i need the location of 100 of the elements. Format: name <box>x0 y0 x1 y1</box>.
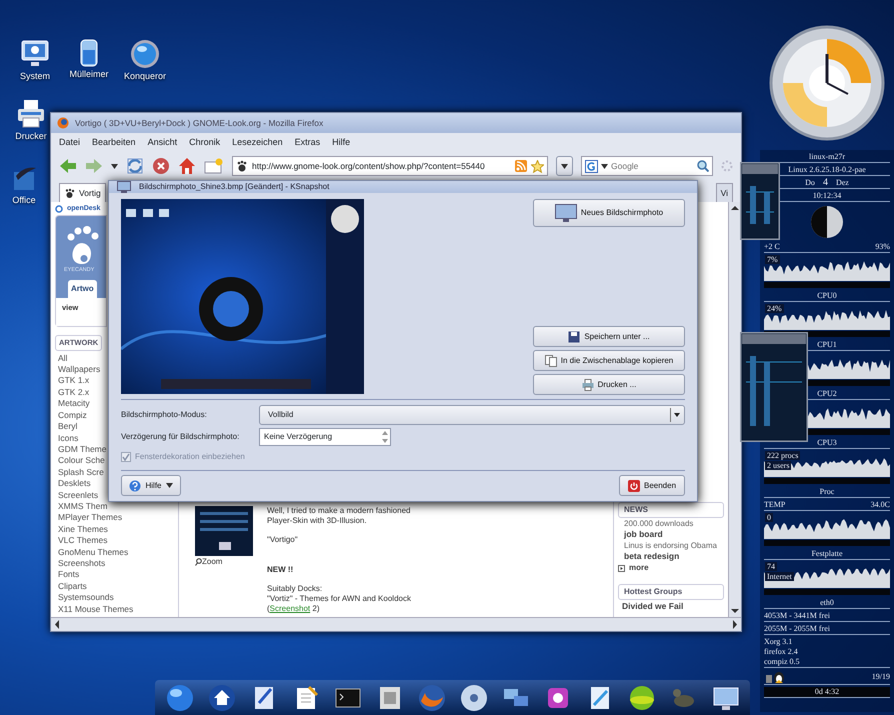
screenshot-link[interactable]: Screenshot <box>270 604 310 613</box>
caret-icon[interactable] <box>601 164 608 168</box>
thumbnail-drawing[interactable] <box>195 506 253 556</box>
category-link[interactable]: VLC Themes <box>55 535 108 547</box>
category-link[interactable]: Beryl <box>55 421 78 432</box>
star-icon[interactable] <box>531 160 544 172</box>
description-text: Well, I tried to make a modern fashioned <box>267 506 410 516</box>
more-link[interactable]: more <box>629 562 649 574</box>
url-dropdown-button[interactable] <box>556 156 573 176</box>
category-link[interactable]: Wallpapers <box>55 364 100 376</box>
browser-tab[interactable]: Vi <box>716 183 733 202</box>
graph-label: 7% <box>765 255 780 264</box>
news-link[interactable]: 200.000 downloads <box>618 518 724 529</box>
category-link[interactable]: Icons <box>55 432 78 444</box>
moon-phase-icon <box>809 204 845 240</box>
monitor-text: 2055M - 2055M frei <box>764 624 831 634</box>
action-button[interactable]: Drucken ... <box>533 374 685 395</box>
globe-icon[interactable] <box>165 682 195 712</box>
reload-icon[interactable] <box>126 157 144 175</box>
vertical-scrollbar[interactable] <box>728 202 741 617</box>
category-link[interactable]: Metacity <box>55 398 90 410</box>
monitor-text: Xorg 3.1 <box>764 637 794 647</box>
category-link[interactable]: GTK 2.x <box>55 386 90 398</box>
category-link[interactable]: Cliparts <box>55 580 87 592</box>
news-link[interactable]: beta redesign <box>618 551 724 562</box>
category-link[interactable]: Compiz <box>55 410 87 422</box>
category-link[interactable]: X11 Mouse Themes <box>55 604 134 615</box>
group-link[interactable]: Divided we Fail <box>618 600 724 613</box>
category-link[interactable]: Systemsounds <box>55 592 114 604</box>
monitor-value: 19/19 <box>872 672 890 682</box>
desktop-icon-label[interactable]: Drucker <box>15 130 47 144</box>
monitor-text: firefox 2.4 <box>764 647 799 657</box>
desktop-icon-label[interactable]: Konqueror <box>124 70 166 84</box>
window-title: Vortigo ( 3D+VU+Beryl+Dock ) GNOME-Look.org - Mozilla Firefox <box>75 116 324 130</box>
menu-item[interactable]: Hilfe <box>332 136 350 150</box>
home-icon[interactable] <box>207 682 237 712</box>
mode-dropdown[interactable]: Vollbild <box>259 405 685 425</box>
category-link[interactable]: Screenlets <box>55 490 98 501</box>
menu-item[interactable]: Bearbeiten <box>92 136 136 150</box>
action-button[interactable]: Speichern unter ... <box>533 326 685 347</box>
category-link[interactable]: GnoMenu Themes <box>55 546 128 558</box>
graph-label: 222 procs <box>765 451 800 460</box>
desktop-icon-label[interactable]: System <box>20 70 50 84</box>
category-link[interactable]: Splash Scre <box>55 466 104 478</box>
news-link[interactable]: Linus is endorsing Obama <box>618 540 724 551</box>
stop-icon[interactable] <box>152 157 170 175</box>
date-text: Dez <box>836 178 849 188</box>
horizontal-scrollbar[interactable] <box>51 617 741 631</box>
site-tab[interactable]: Artwo <box>68 280 97 298</box>
menu-item[interactable]: Lesezeichen <box>232 136 283 150</box>
category-link[interactable]: Colour Sche <box>55 455 105 467</box>
groups-heading: Hottest Groups <box>618 584 724 600</box>
delay-spinbox[interactable]: Keine Verzögerung <box>259 428 391 446</box>
menu-item[interactable]: Datei <box>59 136 80 150</box>
footprint-icon <box>64 188 75 198</box>
category-link[interactable]: MPlayer Themes <box>55 512 122 524</box>
category-link[interactable]: Screenshots <box>55 558 106 570</box>
ring-logo-icon <box>55 205 63 214</box>
window-title: Bildschirmphoto_Shine3.bmp [Geändert] - KSnapshot <box>139 181 330 193</box>
url-field[interactable]: http://www.gnome-look.org/content/show.php/?content=55440 <box>232 156 548 176</box>
throbber-icon <box>721 160 733 172</box>
browser-tab[interactable]: Vortig <box>59 183 106 202</box>
category-link[interactable]: Desklets <box>55 478 91 490</box>
category-link[interactable]: Xine Themes <box>55 524 108 536</box>
search-engine-icon[interactable] <box>585 160 598 172</box>
news-link[interactable]: job board <box>618 529 724 540</box>
power-icon <box>628 480 640 492</box>
search-icon[interactable] <box>697 160 709 172</box>
monitor-text: compiz 0.5 <box>764 657 801 667</box>
search-box[interactable]: Google <box>581 156 713 176</box>
news-heading: NEWS <box>618 502 724 518</box>
description-text: ( <box>267 604 270 613</box>
caret-icon <box>166 483 172 488</box>
description-text: "Vortiz" - Themes for AWN and Kooldock <box>267 594 411 604</box>
menu-item[interactable]: Extras <box>294 136 320 150</box>
category-link[interactable]: GTK 1.x <box>55 375 90 387</box>
graph-label: 74 <box>765 562 777 571</box>
menu-item[interactable]: Ansicht <box>148 136 178 150</box>
cd-disc-icon[interactable] <box>459 682 489 712</box>
monitor-label: Proc <box>764 487 890 498</box>
category-link[interactable]: GDM Theme <box>55 444 106 456</box>
caret-icon[interactable] <box>111 164 118 168</box>
desktop-icon-label[interactable]: Office <box>12 194 36 208</box>
zoom-link[interactable]: Zoom <box>202 556 222 568</box>
graph-label: 0 <box>765 513 773 522</box>
bookmark-folder-icon[interactable] <box>204 158 224 174</box>
help-icon <box>129 480 142 492</box>
desktop-icon-label[interactable]: Mülleimer <box>69 68 108 82</box>
printer-icon[interactable] <box>15 98 47 130</box>
category-link[interactable]: XMMS Them <box>55 500 108 512</box>
menu-item[interactable]: Chronik <box>189 136 220 150</box>
monitor-label: +2 C <box>764 242 780 252</box>
action-button[interactable]: In die Zwischenablage kopieren <box>533 350 685 371</box>
new-screenshot-button[interactable]: Neues Bildschirmphoto <box>533 199 685 227</box>
category-link[interactable]: All <box>55 352 68 364</box>
help-button[interactable]: Hilfe <box>121 475 181 496</box>
quit-button[interactable]: Beenden <box>619 475 685 496</box>
category-link[interactable]: Fonts <box>55 569 80 581</box>
description-text: Player-Skin with 3D-Illusion. <box>267 516 367 526</box>
check-icon <box>122 453 130 461</box>
